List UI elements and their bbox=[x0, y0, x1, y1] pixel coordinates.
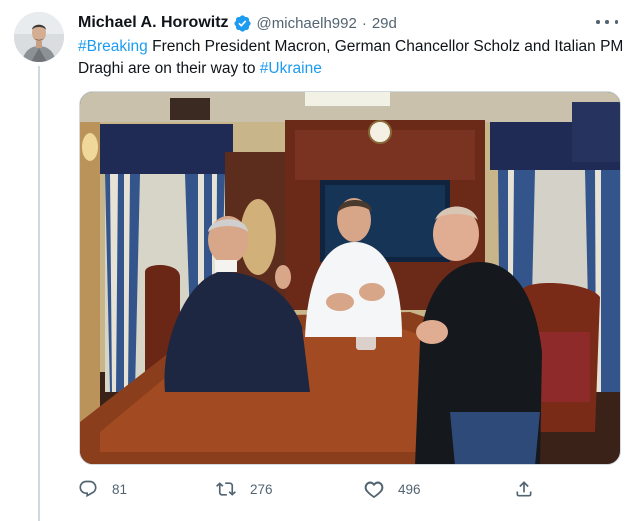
share-button[interactable] bbox=[514, 476, 534, 502]
reply-button[interactable]: 81 bbox=[78, 476, 127, 502]
retweet-count: 276 bbox=[250, 481, 273, 497]
heart-icon bbox=[364, 481, 384, 499]
tweet-body: French President Macron, German Chancell… bbox=[78, 38, 624, 77]
hashtag-ukraine[interactable]: #Ukraine bbox=[260, 60, 322, 77]
tweet-timestamp[interactable]: 29d bbox=[372, 15, 397, 32]
more-horizontal-icon[interactable] bbox=[596, 12, 618, 32]
retweet-icon bbox=[216, 482, 236, 496]
reply-count: 81 bbox=[112, 481, 128, 497]
tweet-text: #Breaking French President Macron, Germa… bbox=[78, 36, 626, 80]
separator-dot: · bbox=[361, 14, 367, 32]
tweet-card[interactable]: Michael A. Horowitz @michaelh992 · 29d #… bbox=[0, 0, 640, 521]
author-handle[interactable]: @michaelh992 bbox=[257, 15, 357, 32]
like-count: 496 bbox=[398, 481, 421, 497]
train-meeting-photo bbox=[80, 92, 620, 464]
avatar[interactable] bbox=[14, 12, 64, 62]
verified-badge-icon bbox=[233, 14, 251, 32]
hashtag-breaking[interactable]: #Breaking bbox=[78, 38, 148, 55]
tweet-header: Michael A. Horowitz @michaelh992 · 29d bbox=[78, 12, 624, 34]
tweet-photo[interactable] bbox=[79, 91, 621, 465]
retweet-button[interactable]: 276 bbox=[216, 476, 273, 502]
thread-line bbox=[38, 66, 40, 521]
author-name[interactable]: Michael A. Horowitz bbox=[78, 14, 229, 32]
share-icon bbox=[516, 481, 532, 497]
avatar-image bbox=[14, 12, 64, 62]
like-button[interactable]: 496 bbox=[364, 476, 421, 502]
tweet-actions: 81 276 496 bbox=[78, 476, 548, 502]
reply-icon bbox=[79, 480, 97, 498]
